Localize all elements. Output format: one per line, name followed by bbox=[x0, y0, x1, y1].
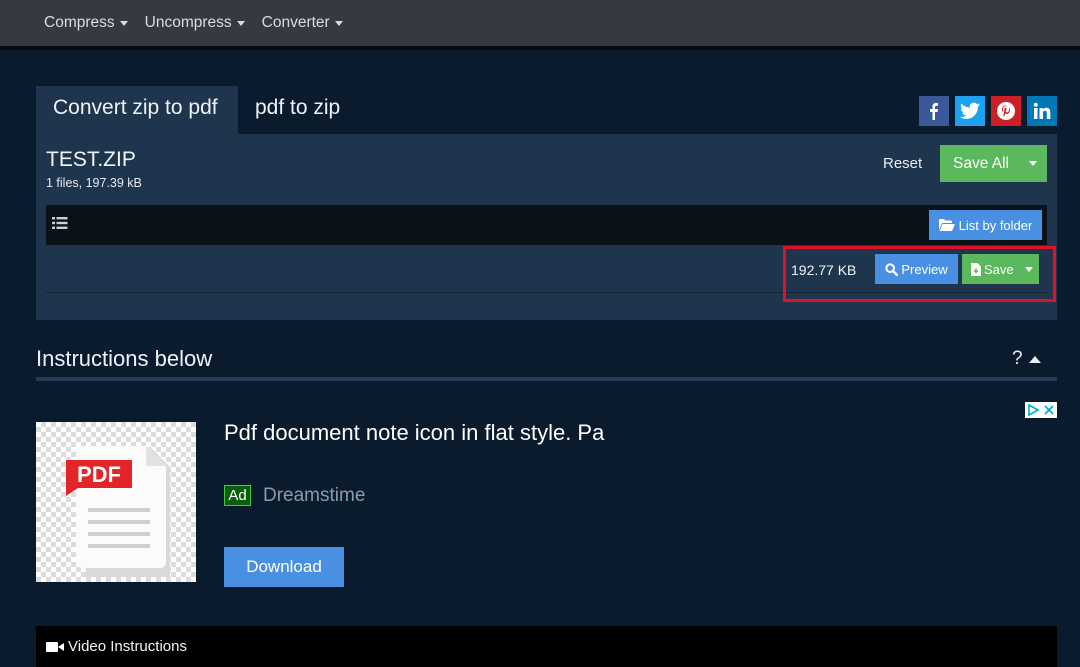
preview-label: Preview bbox=[901, 261, 948, 277]
save-all-button[interactable]: Save All bbox=[940, 145, 1047, 182]
preview-button[interactable]: Preview bbox=[875, 254, 958, 284]
file-row: 192.77 KB Preview Save bbox=[46, 245, 1047, 293]
chevron-down-icon bbox=[1024, 266, 1033, 272]
archive-panel: TEST.ZIP 1 files, 197.39 kB Reset Save A… bbox=[36, 134, 1057, 320]
save-all-dropdown-toggle[interactable] bbox=[1018, 161, 1047, 166]
linkedin-icon bbox=[1033, 102, 1051, 119]
nav-converter-label: Converter bbox=[261, 14, 330, 31]
ad-choices-icon[interactable] bbox=[1025, 402, 1057, 418]
file-size: 192.77 KB bbox=[791, 262, 857, 278]
list-by-folder-button[interactable]: List by folder bbox=[929, 210, 1042, 240]
ad-headline[interactable]: Pdf document note icon in flat style. Pa bbox=[224, 420, 604, 446]
file-toolbar: List by folder bbox=[46, 205, 1047, 245]
file-download-icon bbox=[971, 262, 981, 276]
nav-uncompress-label: Uncompress bbox=[144, 14, 232, 31]
list-by-folder-label: List by folder bbox=[958, 217, 1033, 233]
chevron-down-icon bbox=[119, 20, 128, 26]
chevron-down-icon bbox=[1028, 161, 1037, 166]
facebook-icon bbox=[930, 103, 938, 120]
instructions-title: Instructions below bbox=[36, 346, 213, 371]
pdf-document-icon: PDF bbox=[66, 446, 170, 577]
ad-badge: Ad bbox=[224, 485, 251, 506]
twitter-icon bbox=[960, 102, 980, 119]
nav-compress[interactable]: Compress bbox=[44, 14, 128, 32]
save-all-label: Save All bbox=[953, 154, 1010, 172]
chevron-down-icon bbox=[236, 20, 245, 26]
linkedin-share-button[interactable] bbox=[1027, 96, 1057, 126]
save-dropdown-toggle[interactable] bbox=[1018, 266, 1039, 272]
ad-source[interactable]: Dreamstime bbox=[263, 485, 365, 507]
video-camera-icon bbox=[46, 641, 64, 652]
ad-image-label: PDF bbox=[77, 462, 121, 487]
archive-title: TEST.ZIP bbox=[46, 148, 136, 171]
pinterest-icon bbox=[997, 102, 1015, 120]
instructions-toggle[interactable]: ? bbox=[1012, 348, 1041, 370]
tab-convert-zip-to-pdf[interactable]: Convert zip to pdf bbox=[36, 86, 238, 134]
folder-open-icon bbox=[938, 219, 955, 231]
pinterest-share-button[interactable] bbox=[991, 96, 1021, 126]
save-label: Save bbox=[984, 261, 1014, 277]
archive-meta: 1 files, 197.39 kB bbox=[46, 176, 142, 190]
list-icon[interactable] bbox=[52, 216, 68, 230]
search-icon bbox=[885, 262, 899, 276]
facebook-share-button[interactable] bbox=[919, 96, 949, 126]
twitter-share-button[interactable] bbox=[955, 96, 985, 126]
save-button[interactable]: Save bbox=[962, 254, 1039, 284]
chevron-down-icon bbox=[334, 20, 343, 26]
nav-compress-label: Compress bbox=[44, 14, 115, 31]
nav-uncompress[interactable]: Uncompress bbox=[145, 14, 245, 32]
ad-image[interactable]: PDF bbox=[36, 422, 196, 582]
tab-pdf-to-zip[interactable]: pdf to zip bbox=[255, 86, 340, 134]
divider bbox=[36, 377, 1057, 381]
help-icon: ? bbox=[1012, 348, 1023, 369]
video-instructions-bar[interactable]: Video Instructions bbox=[36, 626, 1057, 667]
top-navbar: Compress Uncompress Converter bbox=[0, 0, 1080, 50]
chevron-up-icon bbox=[1028, 355, 1041, 363]
ad-download-button[interactable]: Download bbox=[224, 547, 344, 587]
video-instructions-label: Video Instructions bbox=[68, 638, 187, 655]
reset-button[interactable]: Reset bbox=[883, 155, 922, 172]
nav-converter[interactable]: Converter bbox=[262, 14, 343, 32]
